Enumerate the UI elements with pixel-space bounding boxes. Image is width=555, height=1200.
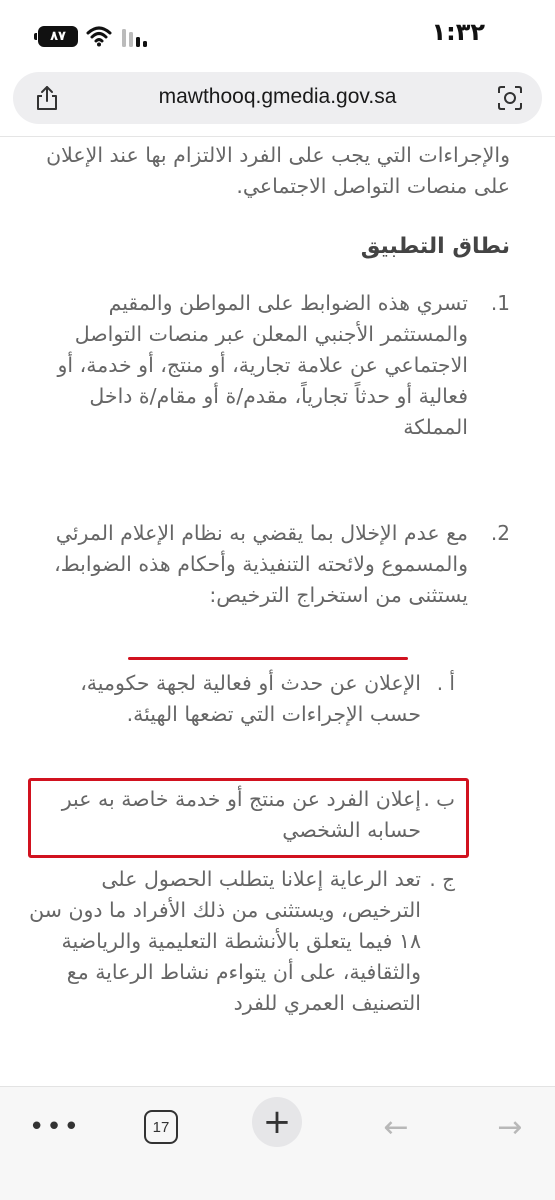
battery-icon: ٨٧ — [34, 26, 78, 47]
red-box-annotation — [28, 778, 469, 858]
new-tab-button[interactable]: + — [252, 1097, 302, 1147]
sub-list-letter: ج . — [429, 867, 455, 891]
wifi-icon — [86, 26, 112, 47]
tab-count: 17 — [144, 1110, 178, 1144]
address-bar[interactable]: mawthooq.gmedia.gov.sa — [13, 72, 542, 124]
more-options-button[interactable]: ••• — [29, 1107, 80, 1147]
toolbar-divider — [0, 136, 555, 137]
status-bar: ١:٣٢ ٨٧ — [0, 0, 555, 70]
status-time: ١:٣٢ — [431, 18, 485, 46]
forward-arrow-icon[interactable]: → — [490, 1107, 530, 1147]
sub-list-text: تعد الرعاية إعلانا يتطلب الحصول على التر… — [29, 867, 421, 1015]
bottom-toolbar: ••• 17 + ← → — [0, 1086, 555, 1200]
list-number: 2. — [490, 521, 510, 545]
sub-list-item: أ . الإعلان عن حدث أو فعالية لجهة حكومية… — [25, 668, 455, 730]
lens-scan-icon[interactable] — [496, 84, 524, 112]
list-item-text: مع عدم الإخلال بما يقضي به نظام الإعلام … — [54, 521, 468, 607]
article-content: والإجراءات التي يجب على الفرد الالتزام ب… — [0, 138, 555, 1086]
list-item-text: تسري هذه الضوابط على المواطن والمقيم وال… — [57, 291, 468, 439]
url-text[interactable]: mawthooq.gmedia.gov.sa — [13, 85, 542, 109]
sub-list-letter: أ . — [436, 671, 455, 695]
back-arrow-icon[interactable]: ← — [376, 1107, 416, 1147]
red-underline-annotation — [128, 657, 408, 660]
list-item: 1. تسري هذه الضوابط على المواطن والمقيم … — [40, 288, 510, 443]
tabs-button[interactable]: 17 — [143, 1107, 179, 1147]
sub-list-item: ج . تعد الرعاية إعلانا يتطلب الحصول على … — [25, 864, 455, 1019]
list-number: 1. — [490, 291, 510, 315]
cellular-signal-icon — [122, 29, 147, 47]
intro-paragraph: والإجراءات التي يجب على الفرد الالتزام ب… — [46, 143, 510, 198]
sub-list-text: الإعلان عن حدث أو فعالية لجهة حكومية، حس… — [80, 671, 421, 726]
section-heading: نطاق التطبيق — [360, 234, 510, 259]
list-item: 2. مع عدم الإخلال بما يقضي به نظام الإعل… — [40, 518, 510, 611]
